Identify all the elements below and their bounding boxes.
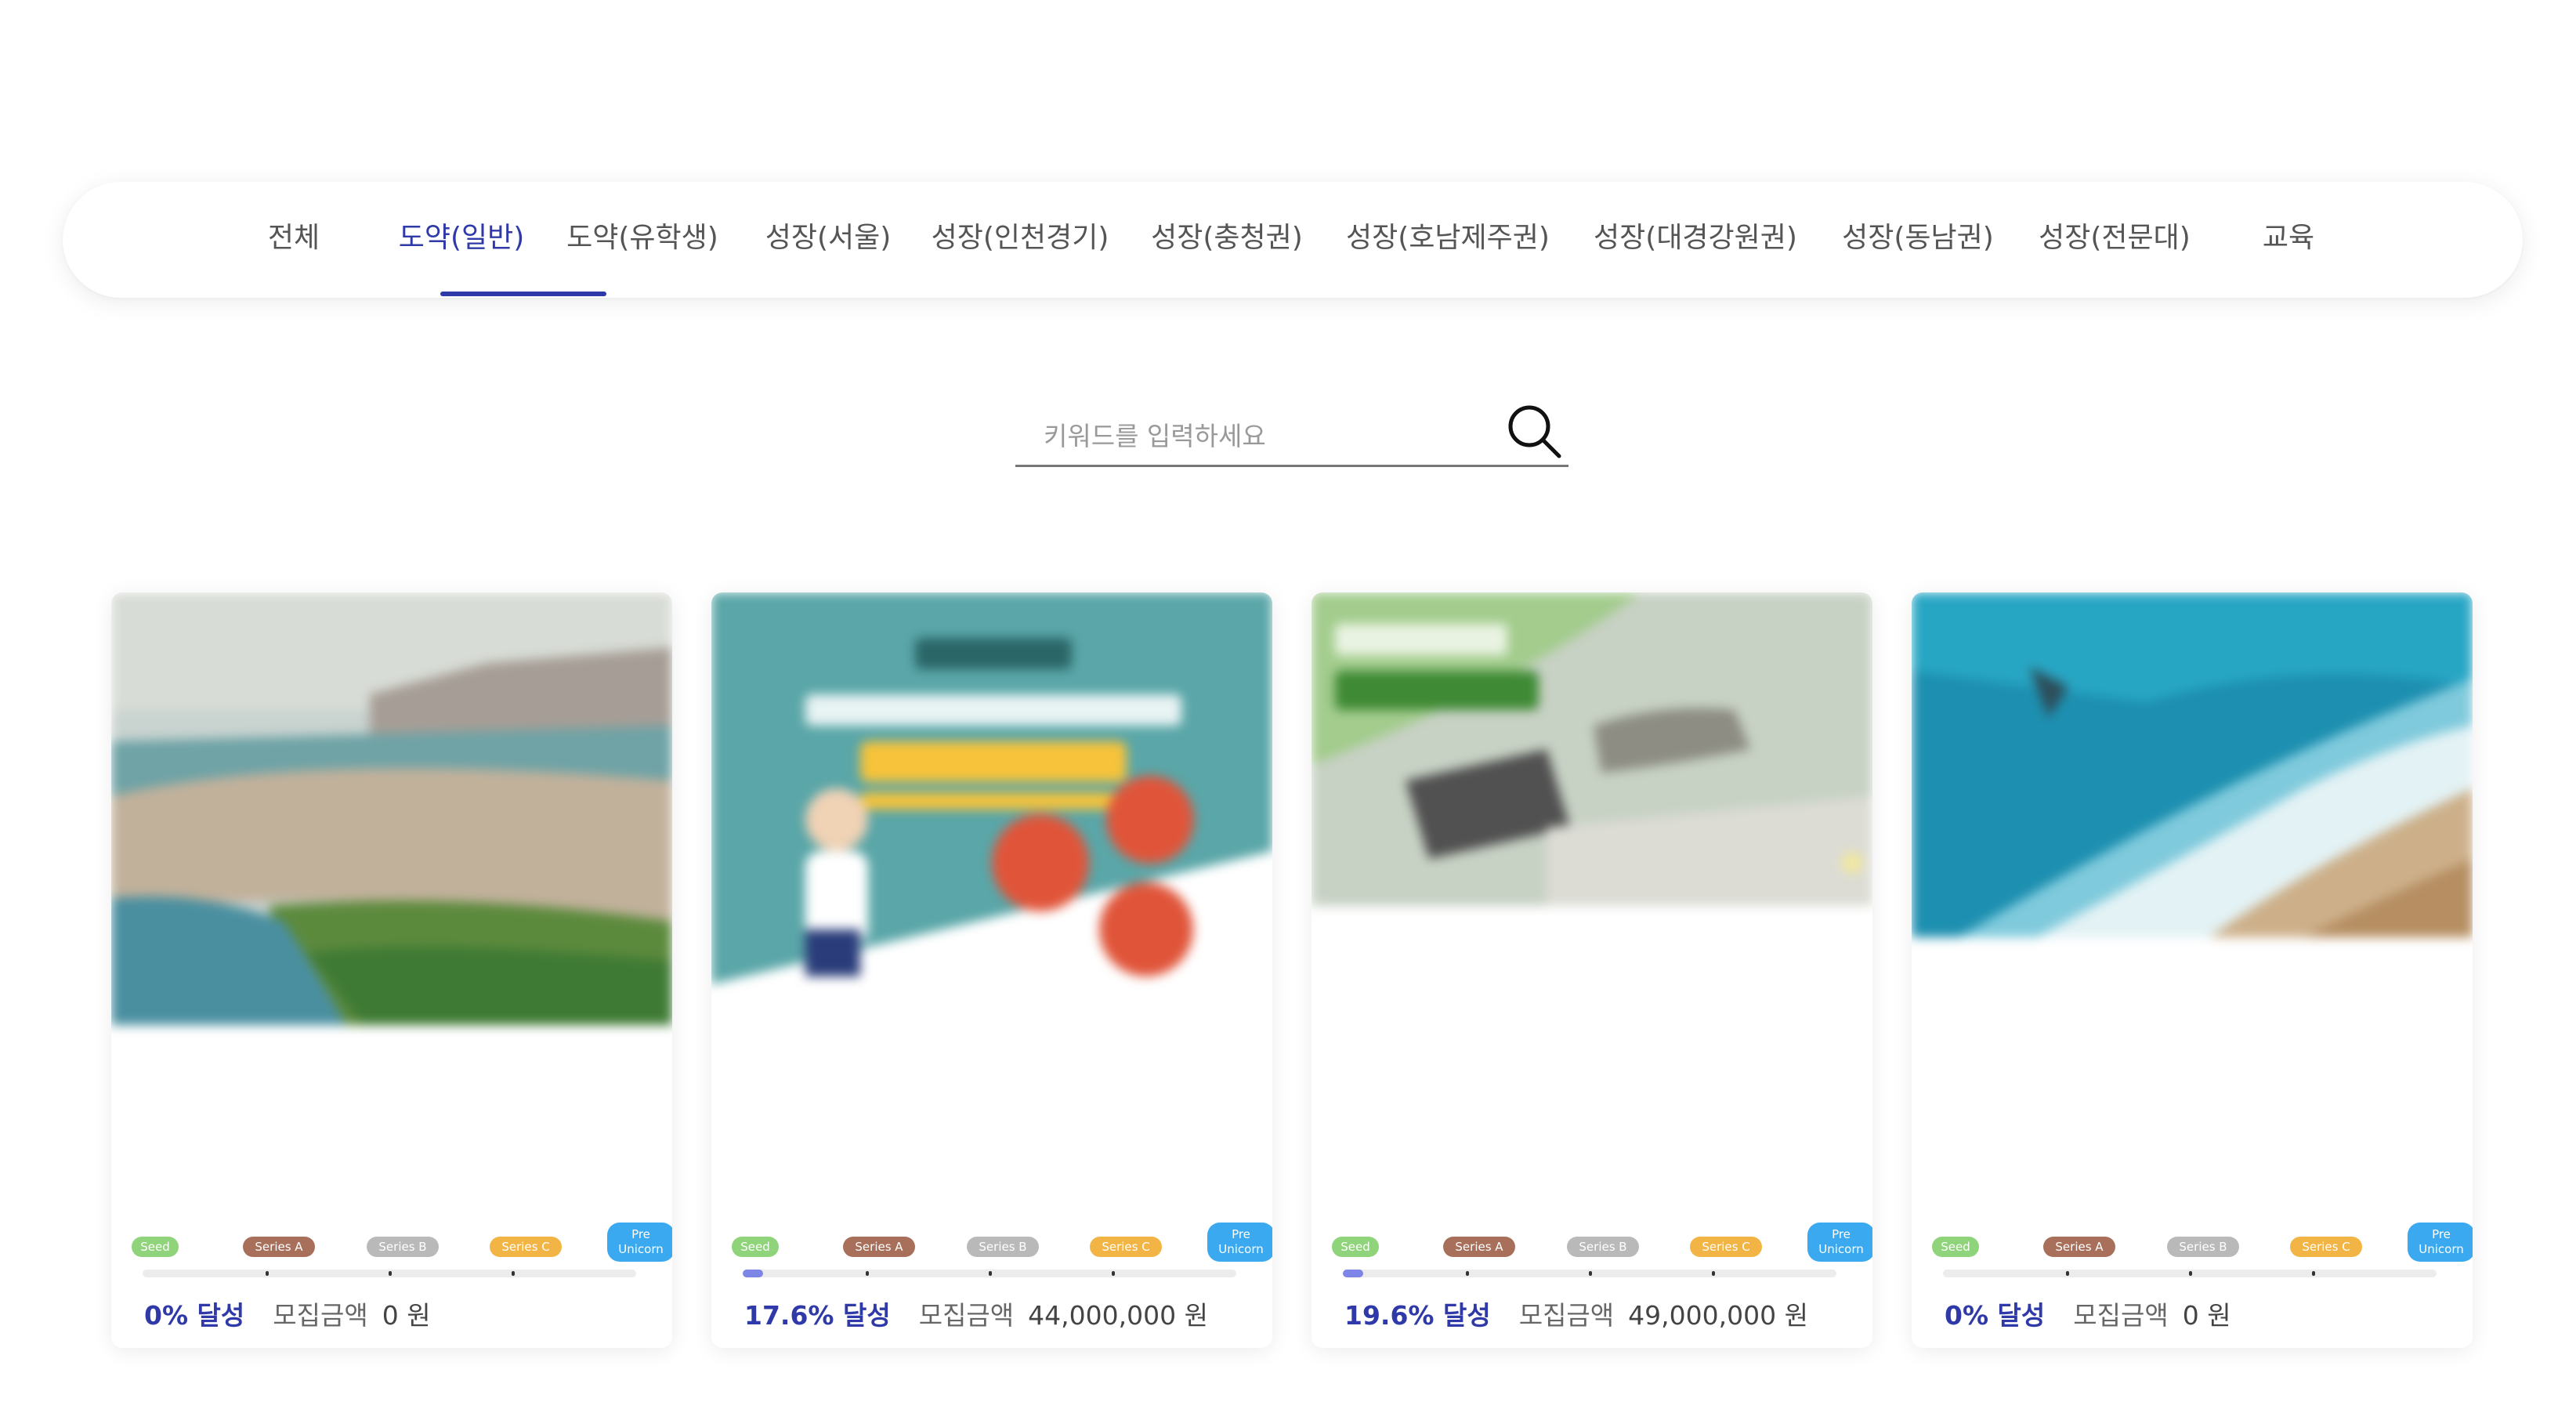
project-thumbnail xyxy=(1312,592,1872,906)
stage-tick xyxy=(266,1271,269,1276)
project-card[interactable]: Seed Series A Series B Series C Pre Unico… xyxy=(111,592,672,1348)
project-card[interactable]: Seed Series A Series B Series C Pre Unico… xyxy=(1312,592,1872,1348)
stage-badge-seed: Seed xyxy=(1932,1237,1979,1257)
tab-growth-chungcheong[interactable]: 성장(충청권) xyxy=(1151,182,1303,298)
tab-education[interactable]: 교육 xyxy=(2263,182,2314,298)
stage-badge-seed: Seed xyxy=(1332,1237,1379,1257)
tab-growth-incheon-gyeonggi[interactable]: 성장(인천경기) xyxy=(932,182,1109,298)
stage-badges: Seed Series A Series B Series C Pre Unico… xyxy=(125,1219,672,1266)
stage-badge-series-c: Series C xyxy=(2290,1237,2362,1257)
stage-badge-seed: Seed xyxy=(732,1237,779,1257)
stage-badge-seed: Seed xyxy=(132,1237,179,1257)
stage-tick xyxy=(512,1271,515,1276)
stage-badge-pre-unicorn: Pre Unicorn xyxy=(607,1223,672,1262)
funding-progress-bar xyxy=(1943,1270,2437,1277)
funding-progress-bar xyxy=(143,1270,636,1277)
stage-badge-series-a: Series A xyxy=(243,1237,315,1257)
tab-growth-dongnam[interactable]: 성장(동남권) xyxy=(1842,182,1994,298)
stage-tick xyxy=(866,1271,869,1276)
funding-stats: 19.6% 달성 모집금액 49,000,000 원 xyxy=(1344,1295,1808,1334)
funding-progress-fill xyxy=(1343,1270,1363,1277)
funding-progress-fill xyxy=(743,1270,763,1277)
project-thumbnail xyxy=(711,592,1272,984)
stage-badge-series-c: Series C xyxy=(1090,1237,1162,1257)
tab-leap-general[interactable]: 도약(일반) xyxy=(399,182,525,298)
stage-badge-pre-unicorn: Pre Unicorn xyxy=(2408,1223,2473,1262)
tab-all[interactable]: 전체 xyxy=(268,182,320,298)
achievement-rate: 19.6% 달성 xyxy=(1344,1300,1491,1331)
tab-growth-honam-jeju[interactable]: 성장(호남제주권) xyxy=(1346,182,1550,298)
stage-tick xyxy=(1466,1271,1469,1276)
active-tab-indicator xyxy=(440,292,606,296)
stage-tick xyxy=(389,1271,392,1276)
stage-badges: Seed Series A Series B Series C Pre Unico… xyxy=(1326,1219,1872,1266)
funding-stats: 0% 달성 모집금액 0 원 xyxy=(144,1295,431,1334)
tab-growth-junior-college[interactable]: 성장(전문대) xyxy=(2039,182,2191,298)
funding-stats: 17.6% 달성 모집금액 44,000,000 원 xyxy=(744,1295,1208,1334)
amount-value: 49,000,000 원 xyxy=(1628,1300,1808,1331)
achievement-rate: 0% 달성 xyxy=(144,1300,245,1331)
stage-tick xyxy=(2189,1271,2192,1276)
project-card[interactable]: Seed Series A Series B Series C Pre Unico… xyxy=(711,592,1272,1348)
search-bar xyxy=(1015,397,1568,467)
search-icon[interactable] xyxy=(1506,403,1564,461)
stage-badge-pre-unicorn: Pre Unicorn xyxy=(1807,1223,1872,1262)
funding-progress-bar xyxy=(743,1270,1236,1277)
tab-growth-daegyeong-gangwon[interactable]: 성장(대경강원권) xyxy=(1594,182,1797,298)
amount-label: 모집금액 xyxy=(273,1300,368,1331)
stage-badge-series-b: Series B xyxy=(1567,1237,1639,1257)
stage-tick xyxy=(2312,1271,2315,1276)
funding-progress-bar xyxy=(1343,1270,1836,1277)
tab-growth-seoul[interactable]: 성장(서울) xyxy=(765,182,892,298)
achievement-rate: 0% 달성 xyxy=(1945,1300,2046,1331)
stage-badge-pre-unicorn: Pre Unicorn xyxy=(1207,1223,1272,1262)
stage-badge-series-a: Series A xyxy=(2043,1237,2115,1257)
amount-label: 모집금액 xyxy=(2073,1300,2169,1331)
search-input[interactable] xyxy=(1015,404,1485,467)
stage-badge-series-b: Series B xyxy=(367,1237,439,1257)
amount-label: 모집금액 xyxy=(918,1300,1015,1331)
stage-badge-series-a: Series A xyxy=(843,1237,915,1257)
amount-value: 0 원 xyxy=(382,1300,431,1331)
tab-leap-international[interactable]: 도약(유학생) xyxy=(566,182,718,298)
amount-label: 모집금액 xyxy=(1518,1300,1615,1331)
amount-value: 0 원 xyxy=(2182,1300,2231,1331)
category-tab-bar: 전체 도약(일반) 도약(유학생) 성장(서울) 성장(인천경기) 성장(충청권… xyxy=(63,182,2523,298)
stage-tick xyxy=(989,1271,992,1276)
stage-badges: Seed Series A Series B Series C Pre Unico… xyxy=(725,1219,1272,1266)
stage-badge-series-c: Series C xyxy=(1690,1237,1762,1257)
project-thumbnail xyxy=(1912,592,2473,937)
stage-badges: Seed Series A Series B Series C Pre Unico… xyxy=(1926,1219,2473,1266)
stage-tick xyxy=(1712,1271,1715,1276)
amount-value: 44,000,000 원 xyxy=(1028,1300,1208,1331)
stage-tick xyxy=(2066,1271,2069,1276)
stage-tick xyxy=(1589,1271,1592,1276)
stage-badge-series-a: Series A xyxy=(1443,1237,1515,1257)
stage-badge-series-c: Series C xyxy=(490,1237,562,1257)
stage-badge-series-b: Series B xyxy=(2167,1237,2239,1257)
project-card[interactable]: Seed Series A Series B Series C Pre Unico… xyxy=(1912,592,2473,1348)
funding-stats: 0% 달성 모집금액 0 원 xyxy=(1945,1295,2231,1334)
achievement-rate: 17.6% 달성 xyxy=(744,1300,891,1331)
project-thumbnail xyxy=(111,592,672,1025)
stage-tick xyxy=(1112,1271,1115,1276)
stage-badge-series-b: Series B xyxy=(967,1237,1039,1257)
